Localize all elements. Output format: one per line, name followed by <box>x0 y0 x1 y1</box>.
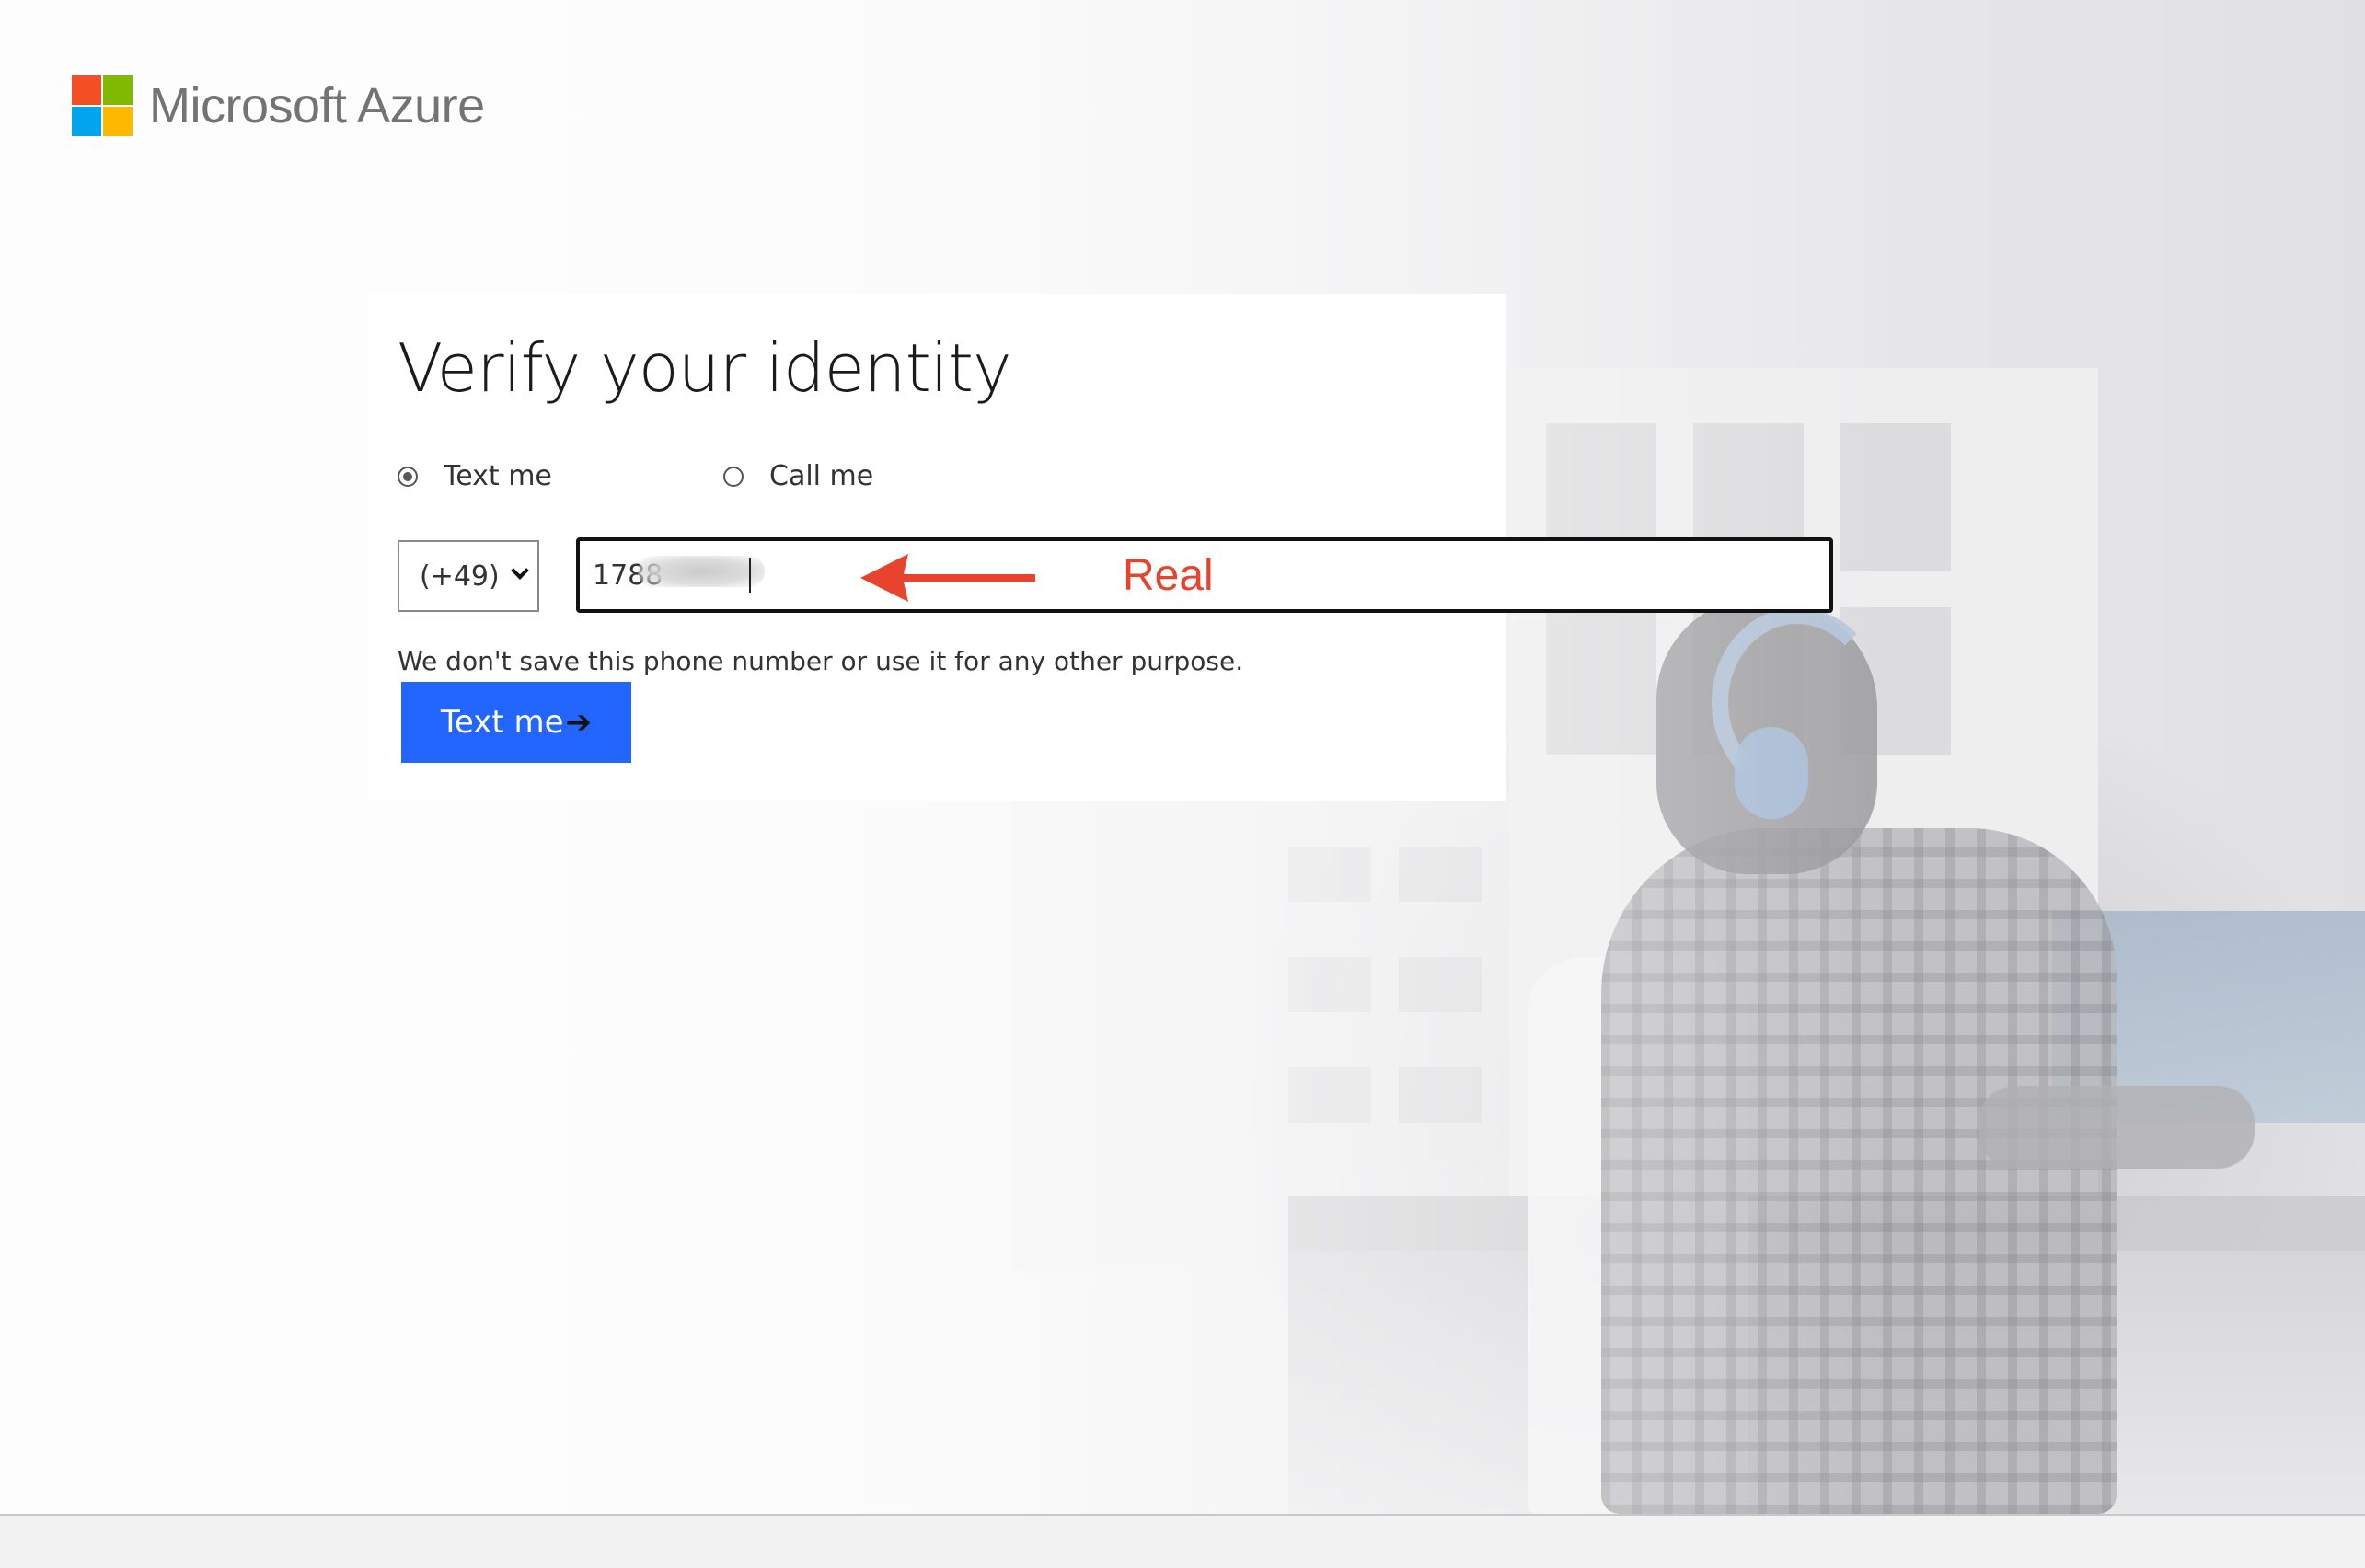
page-title: Verify your identity <box>398 329 1012 407</box>
brand-name: Microsoft Azure <box>149 78 485 133</box>
footer-bar <box>0 1514 2365 1568</box>
option-label: Call me <box>769 460 874 492</box>
annotation-arrow-icon <box>860 554 1035 602</box>
option-label: Text me <box>444 460 552 492</box>
text-caret <box>749 558 751 593</box>
disclaimer-text: We don't save this phone number or use i… <box>398 646 1244 676</box>
country-code-select[interactable]: (+49) <box>398 540 539 612</box>
redaction-blur <box>638 556 765 587</box>
logo-square-green <box>103 75 133 105</box>
chevron-down-icon <box>511 561 529 580</box>
text-me-button[interactable]: Text me ➔ <box>401 682 631 763</box>
radio-call-me[interactable] <box>723 466 744 487</box>
country-code-value: (+49) <box>420 559 500 593</box>
annotation-label: Real <box>1123 551 1214 600</box>
button-label: Text me <box>440 704 564 741</box>
logo-square-red <box>72 75 101 105</box>
verify-card: Verify your identity Text me Call me (+4… <box>368 294 1833 801</box>
logo-square-blue <box>72 107 101 136</box>
brand-logo: Microsoft Azure <box>72 75 485 136</box>
radio-text-me[interactable] <box>398 466 418 487</box>
logo-square-yellow <box>103 107 133 136</box>
option-call-me[interactable]: Call me <box>723 460 873 492</box>
arrow-right-icon: ➔ <box>565 704 593 741</box>
microsoft-logo-icon <box>72 75 133 136</box>
option-text-me[interactable]: Text me <box>398 460 552 492</box>
